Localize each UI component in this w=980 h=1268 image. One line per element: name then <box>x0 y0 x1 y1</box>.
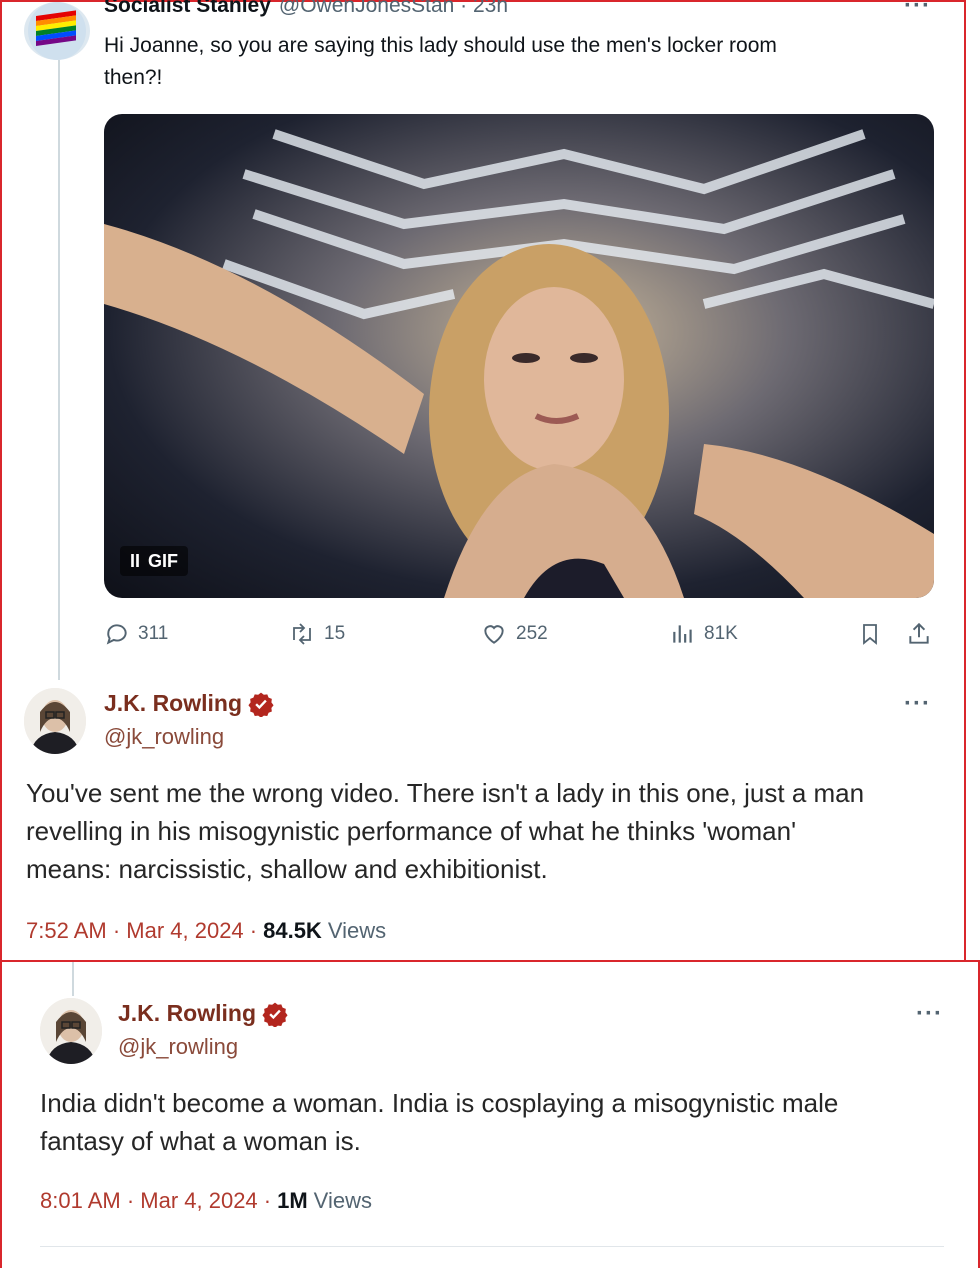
share-button[interactable] <box>906 621 932 647</box>
reply-count: 311 <box>138 623 169 644</box>
profile-photo <box>24 688 86 754</box>
handle[interactable]: @jk_rowling <box>104 724 224 750</box>
tweet-text-line: fantasy of what a woman is. <box>40 1126 361 1156</box>
thread-connector <box>58 60 60 680</box>
views-label: Views <box>327 918 387 943</box>
handle[interactable]: @jk_rowling <box>118 1034 238 1060</box>
retweet-icon <box>293 623 311 645</box>
view-count: 81K <box>704 623 738 644</box>
display-name[interactable]: J.K. Rowling <box>118 1000 256 1027</box>
verified-badge-icon <box>262 1002 288 1027</box>
views-label: Views <box>313 1188 372 1213</box>
tweet-header: J.K. Rowling <box>118 1000 288 1027</box>
pause-icon[interactable]: II <box>130 551 140 572</box>
more-options-icon[interactable]: ··· <box>916 1000 943 1028</box>
more-options-icon[interactable]: ··· <box>904 690 931 718</box>
handle-time[interactable]: @OwenJonesStan · 23h <box>279 0 508 18</box>
tweet-text: Hi Joanne, so you are saying this lady s… <box>104 30 924 94</box>
tweet-text-line: Hi Joanne, so you are saying this lady s… <box>104 34 777 57</box>
like-count: 252 <box>516 623 548 644</box>
profile-photo <box>40 998 102 1064</box>
tweet-text-line: revelling in his misogynistic performanc… <box>26 816 797 846</box>
analytics-icon <box>673 625 692 643</box>
gif-badge[interactable]: II GIF <box>120 546 189 576</box>
divider <box>40 1246 944 1247</box>
gif-frame-image <box>104 129 934 598</box>
verified-badge-icon <box>248 692 274 717</box>
avatar[interactable] <box>40 998 102 1064</box>
display-name[interactable]: J.K. Rowling <box>104 690 242 717</box>
tweet-text-line: India didn't become a woman. India is co… <box>40 1088 839 1118</box>
tweet-metadata: 8:01 AM · Mar 4, 2024 · 1M Views <box>40 1188 372 1214</box>
reply-icon <box>106 624 127 645</box>
bookmark-button[interactable] <box>858 621 882 647</box>
views-button[interactable]: 81K <box>670 621 738 647</box>
bookmark-icon <box>863 624 877 645</box>
display-name[interactable]: Socialist Stanley <box>104 0 271 18</box>
share-icon <box>909 622 929 644</box>
timestamp[interactable]: 8:01 AM · Mar 4, 2024 · <box>40 1188 271 1214</box>
tweet-text-line: means: narcissistic, shallow and exhibit… <box>26 854 548 884</box>
rainbow-flag-icon <box>28 2 86 60</box>
timestamp[interactable]: 7:52 AM · Mar 4, 2024 · <box>26 918 257 944</box>
heart-icon <box>484 625 504 644</box>
reply-button[interactable]: 311 <box>104 621 168 647</box>
more-options-icon[interactable]: ··· <box>904 0 931 20</box>
avatar[interactable] <box>24 2 90 60</box>
view-count: 1M <box>277 1188 308 1213</box>
tweet-text-line: You've sent me the wrong video. There is… <box>26 778 865 808</box>
avatar[interactable] <box>24 688 86 754</box>
retweet-count: 15 <box>324 623 346 644</box>
tweet-header: J.K. Rowling <box>104 690 274 717</box>
tweet-text-line: then?! <box>104 66 163 89</box>
retweet-button[interactable]: 15 <box>288 621 345 647</box>
gif-media[interactable] <box>104 114 934 598</box>
view-count: 84.5K <box>263 918 322 943</box>
tweet-text: You've sent me the wrong video. There is… <box>26 774 946 888</box>
tweet-text: India didn't become a woman. India is co… <box>40 1084 960 1160</box>
tweet-metadata: 7:52 AM · Mar 4, 2024 · 84.5K Views <box>26 918 386 944</box>
tweet-header: Socialist Stanley @OwenJonesStan · 23h <box>104 0 508 24</box>
thread-connector <box>72 962 74 996</box>
like-button[interactable]: 252 <box>480 621 548 647</box>
gif-label: GIF <box>148 550 179 571</box>
